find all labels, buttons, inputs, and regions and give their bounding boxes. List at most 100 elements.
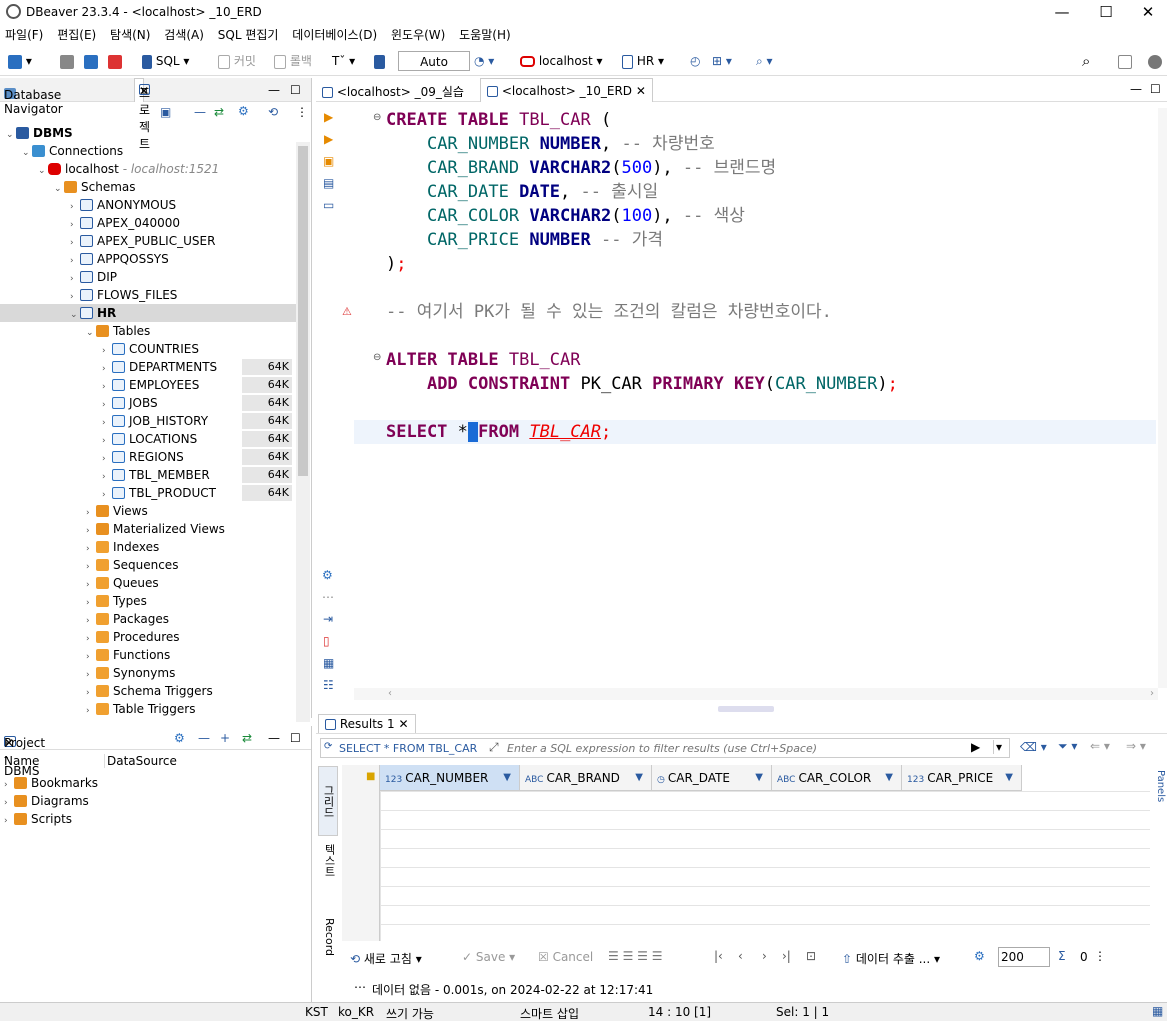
menu-help[interactable]: 도움말(H) <box>454 24 516 46</box>
maximize-pane-icon[interactable]: ☐ <box>1150 82 1161 96</box>
fold-marker-icon[interactable]: ⊖ <box>373 352 381 363</box>
dbeaver-perspective-icon[interactable] <box>1148 51 1162 71</box>
project-settings-icon[interactable]: ⚙ <box>174 731 185 745</box>
tab-project[interactable]: 프로젝트 ✕ <box>134 78 150 151</box>
chevron-down-icon[interactable]: ▼ <box>755 765 763 791</box>
tree-item-locations[interactable]: › LOCATIONS 64K <box>0 430 296 448</box>
tree-item-flows-files[interactable]: › FLOWS_FILES <box>0 286 296 304</box>
erd-icon[interactable]: ⊞ ▾ <box>712 51 732 71</box>
forward-icon[interactable]: ⇒ ▾ <box>1126 739 1146 753</box>
project-item-scripts[interactable]: › Scripts <box>4 812 72 826</box>
tree-item-tbl-member[interactable]: › TBL_MEMBER 64K <box>0 466 296 484</box>
scrollbar-thumb[interactable] <box>298 146 308 476</box>
perspective-icon[interactable] <box>1118 51 1132 71</box>
maximize-pane-icon[interactable]: ☐ <box>290 731 301 745</box>
import-file-icon[interactable]: ▯ <box>323 634 330 648</box>
new-connection-icon[interactable]: ▾ <box>8 51 32 71</box>
tree-item-hr[interactable]: ⌄ HR <box>0 304 296 322</box>
invalidate-icon[interactable] <box>108 51 122 71</box>
minimize-pane-icon[interactable]: — <box>268 83 280 97</box>
dashboard-icon[interactable]: ◴ <box>690 51 700 71</box>
explain-plan-icon[interactable]: ▤ <box>323 176 334 190</box>
fetch-size-input[interactable] <box>998 947 1050 967</box>
tree-item-regions[interactable]: › REGIONS 64K <box>0 448 296 466</box>
close-icon[interactable]: ✕ <box>398 717 408 731</box>
tab-09-practice[interactable]: <localhost> _09_실습 <box>322 83 464 100</box>
menu-navigate[interactable]: 탐색(N) <box>105 24 155 46</box>
tree-item-indexes[interactable]: › Indexes <box>0 538 296 556</box>
minimize-pane-icon[interactable]: — <box>268 731 280 745</box>
column-header-car-color[interactable]: ABC CAR_COLOR ▼ <box>772 765 902 791</box>
tree-item-localhost[interactable]: ⌄ localhost - localhost:1521 <box>0 160 296 178</box>
settings-gear-icon[interactable]: ⚙ <box>238 104 249 118</box>
minimize-button[interactable]: — <box>1042 2 1082 22</box>
tree-item-procedures[interactable]: › Procedures <box>0 628 296 646</box>
prev-page-icon[interactable]: ‹ <box>738 949 743 963</box>
project-collapse-icon[interactable]: — <box>198 731 210 745</box>
editor-vscrollbar[interactable] <box>1158 108 1167 688</box>
schema-selector[interactable]: HR ▾ <box>622 51 664 71</box>
fold-marker-icon[interactable]: ⊖ <box>373 112 381 123</box>
next-page-icon[interactable]: › <box>762 949 767 963</box>
menu-database[interactable]: 데이터베이스(D) <box>287 24 382 46</box>
tree-item-employees[interactable]: › EMPLOYEES 64K <box>0 376 296 394</box>
close-icon[interactable]: ✕ <box>4 736 14 750</box>
more-icon[interactable]: ⋯ <box>322 590 334 604</box>
tree-item-types[interactable]: › Types <box>0 592 296 610</box>
menu-file[interactable]: 파일(F) <box>0 24 48 46</box>
close-button[interactable]: ✕ <box>1128 2 1167 22</box>
maximize-pane-icon[interactable]: ☐ <box>290 83 301 97</box>
editor-hscrollbar[interactable]: ‹ › <box>354 688 1158 700</box>
menu-window[interactable]: 윈도우(W) <box>386 24 450 46</box>
first-page-icon[interactable]: |‹ <box>714 949 723 963</box>
last-page-icon[interactable]: ›| <box>782 949 791 963</box>
sql-editor-button[interactable]: SQL ▾ <box>142 51 189 71</box>
tree-item-schemas[interactable]: ⌄ Schemas <box>0 178 296 196</box>
close-icon[interactable]: ✕ <box>636 84 646 98</box>
tree-item-materialized-views[interactable]: › Materialized Views <box>0 520 296 538</box>
more-icon[interactable]: ⋮ <box>1094 949 1106 963</box>
tree-item-countries[interactable]: › COUNTRIES <box>0 340 296 358</box>
eraser-icon[interactable]: ⌫ ▾ <box>1020 740 1047 754</box>
results-settings-icon[interactable]: ⚙ <box>974 949 985 963</box>
tree-item-synonyms[interactable]: › Synonyms <box>0 664 296 682</box>
apply-filter-icon[interactable]: ▶ <box>971 740 980 754</box>
connection-selector[interactable]: localhost ▾ <box>520 51 603 71</box>
project-column-name[interactable]: Name <box>4 754 39 768</box>
splitter-handle[interactable] <box>718 706 774 712</box>
menu-sql-editor[interactable]: SQL 편집기 <box>213 24 284 46</box>
save-button[interactable]: ✓ Save ▾ <box>462 950 515 964</box>
filter-input[interactable] <box>507 740 967 756</box>
editor-settings-icon[interactable]: ⚙ <box>322 568 333 582</box>
more-icon[interactable]: ⋯ <box>354 980 366 994</box>
tree-item-dbms[interactable]: ⌄ DBMS <box>0 124 296 142</box>
back-icon[interactable]: ⇐ ▾ <box>1090 739 1110 753</box>
tab-10-erd[interactable]: <localhost> _10_ERD ✕ <box>480 78 653 102</box>
tree-item-appqossys[interactable]: › APPQOSSYS <box>0 250 296 268</box>
commit-button[interactable]: 커밋 <box>218 51 256 71</box>
tx-mode-field[interactable]: Auto <box>398 51 470 71</box>
close-icon[interactable]: ✕ <box>139 84 149 98</box>
side-tab-grid[interactable]: 그리드 <box>318 766 338 836</box>
tab-results-1[interactable]: Results 1 ✕ <box>318 714 416 733</box>
disconnect-icon[interactable] <box>60 51 74 71</box>
tree-item-departments[interactable]: › DEPARTMENTS 64K <box>0 358 296 376</box>
lock-icon[interactable] <box>374 51 385 71</box>
tree-item-queues[interactable]: › Queues <box>0 574 296 592</box>
tree-item-anonymous[interactable]: › ANONYMOUS <box>0 196 296 214</box>
funnel-icon[interactable]: ⏷ ▾ <box>1058 739 1077 754</box>
tree-item-dip[interactable]: › DIP <box>0 268 296 286</box>
column-header-car-date[interactable]: ◷ CAR_DATE ▼ <box>652 765 772 791</box>
chevron-down-icon[interactable]: ▼ <box>1005 765 1013 791</box>
cancel-button[interactable]: ☒ Cancel <box>538 950 593 964</box>
tree-item-tables[interactable]: ⌄ Tables <box>0 322 296 340</box>
tree-item-functions[interactable]: › Functions <box>0 646 296 664</box>
grid-empty-area[interactable] <box>380 791 1150 941</box>
row-count-icon[interactable]: Σ <box>1058 949 1066 963</box>
navigator-scrollbar[interactable] <box>296 142 310 722</box>
view-menu-icon[interactable]: ⋮ <box>296 105 308 119</box>
menu-search[interactable]: 검색(A) <box>159 24 209 46</box>
chevron-down-icon[interactable]: ▼ <box>635 765 643 791</box>
tree-item-jobs[interactable]: › JOBS 64K <box>0 394 296 412</box>
project-link-icon[interactable]: ⇄ <box>242 731 252 745</box>
